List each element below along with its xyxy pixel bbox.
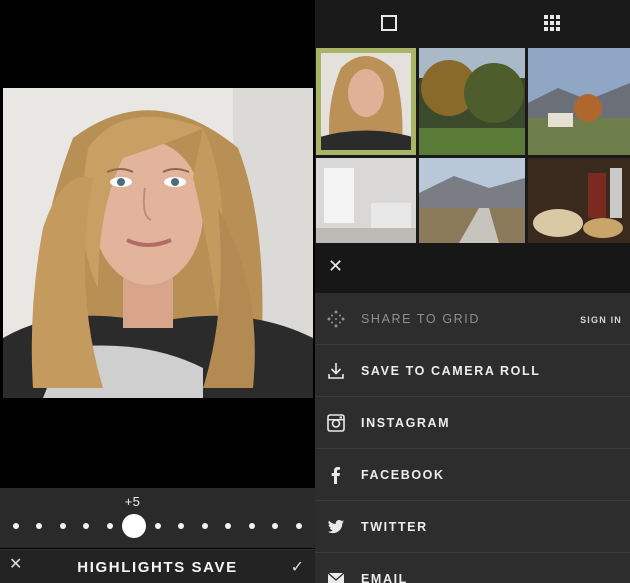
grid-view-icon[interactable]	[544, 15, 560, 31]
view-toggle-bar	[315, 0, 630, 47]
thumbnail-village-mountains[interactable]	[528, 48, 630, 155]
slider-tick	[202, 523, 208, 529]
editor-pane: +5 ✕ HIGHLIGHTS SAVE ✓	[0, 0, 315, 583]
twitter-option[interactable]: TWITTER	[315, 501, 630, 553]
adjustment-slider[interactable]: +5	[0, 488, 315, 548]
share-pane: ✕ SHARE TO GRID SIGN IN SAVE TO CAMERA R…	[315, 0, 630, 583]
single-view-icon[interactable]	[381, 15, 397, 31]
slider-tick	[60, 523, 66, 529]
save-to-camera-roll-option[interactable]: SAVE TO CAMERA ROLL	[315, 345, 630, 397]
share-option-label: SAVE TO CAMERA ROLL	[361, 364, 541, 378]
thumbnail-mountain-road[interactable]	[419, 158, 525, 243]
thumbnail-desk-computer[interactable]	[316, 158, 416, 243]
close-icon[interactable]: ✕	[328, 257, 343, 275]
download-icon	[325, 360, 347, 382]
slider-tick	[13, 523, 19, 529]
instagram-icon	[325, 412, 347, 434]
thumbnail-food-table[interactable]	[528, 158, 630, 243]
share-option-label: INSTAGRAM	[361, 416, 451, 430]
slider-tick	[225, 523, 231, 529]
slider-tick	[249, 523, 255, 529]
mail-icon	[325, 568, 347, 583]
share-to-grid-option[interactable]: SHARE TO GRID SIGN IN	[315, 293, 630, 345]
slider-tick	[107, 523, 113, 529]
email-option[interactable]: EMAIL	[315, 553, 630, 583]
instagram-option[interactable]: INSTAGRAM	[315, 397, 630, 449]
slider-track[interactable]	[0, 514, 315, 538]
share-option-label: SHARE TO GRID	[361, 312, 480, 326]
slider-knob[interactable]	[122, 514, 146, 538]
sign-in-link[interactable]: SIGN IN	[580, 315, 622, 325]
editor-toolbar: ✕ HIGHLIGHTS SAVE ✓	[0, 549, 315, 583]
share-options: SHARE TO GRID SIGN IN SAVE TO CAMERA ROL…	[315, 293, 630, 583]
slider-value: +5	[124, 494, 141, 509]
slider-tick	[296, 523, 302, 529]
slider-tick	[83, 523, 89, 529]
share-option-label: EMAIL	[361, 572, 408, 583]
edited-photo	[3, 88, 313, 398]
thumbnail-autumn-trees[interactable]	[419, 48, 525, 155]
slider-tick	[36, 523, 42, 529]
grid-move-icon	[325, 308, 347, 330]
twitter-icon	[325, 516, 347, 538]
share-option-label: FACEBOOK	[361, 468, 445, 482]
share-option-label: TWITTER	[361, 520, 428, 534]
slider-tick	[155, 523, 161, 529]
thumbnail-grid	[315, 47, 630, 243]
facebook-icon	[325, 464, 347, 486]
slider-tick	[178, 523, 184, 529]
share-sheet-header: ✕	[315, 243, 630, 293]
tool-title: HIGHLIGHTS SAVE	[77, 559, 238, 576]
facebook-option[interactable]: FACEBOOK	[315, 449, 630, 501]
checkmark-icon[interactable]: ✓	[291, 557, 304, 577]
thumbnail-portrait[interactable]	[316, 48, 416, 155]
slider-tick	[272, 523, 278, 529]
